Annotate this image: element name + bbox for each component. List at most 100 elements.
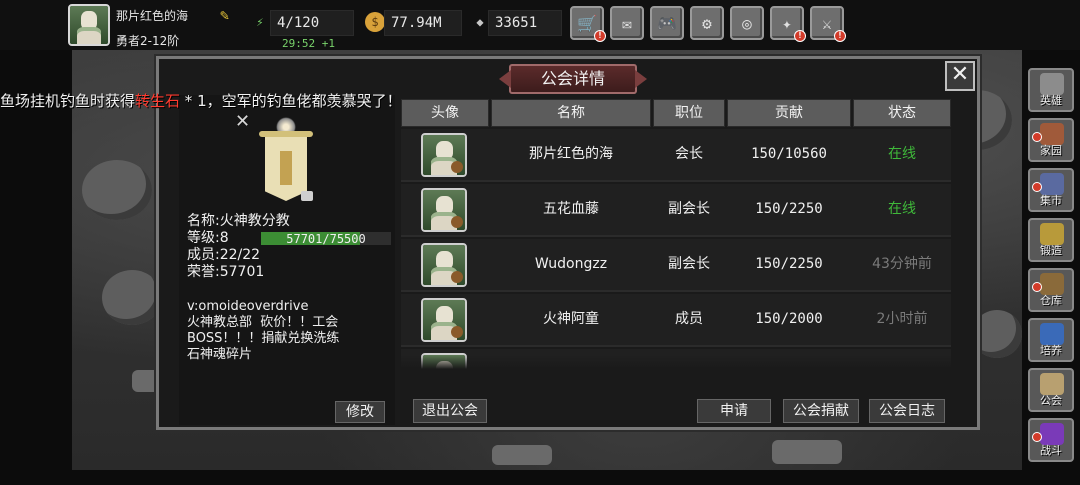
alert-badge	[1032, 132, 1042, 142]
system-ticker: 鱼场挂机钓鱼时获得转生石 * 1，空军的钓鱼佬都羡慕哭了！	[0, 90, 402, 111]
ticker-text-after: * 1，空军的钓鱼佬都羡慕哭了！	[180, 92, 402, 110]
meteor-icon: ✦	[782, 13, 792, 33]
mail-icon: ✉	[622, 13, 632, 33]
shop-cart-button[interactable]: 🛒!	[570, 6, 606, 42]
energy-icon: ⚡	[256, 15, 264, 29]
table-row[interactable]: Wudongzz 副会长 150/2250 43分钟前	[401, 239, 951, 292]
gamepad-icon: 🎮	[657, 13, 677, 33]
alert-badge	[1032, 282, 1042, 292]
guild-banner-icon	[259, 117, 313, 205]
alert-badge: !	[594, 30, 606, 42]
member-status: 43分钟前	[872, 256, 932, 272]
guild-level-label: 等级:	[187, 230, 220, 246]
table-header: 头像 名称 职位 贡献 状态	[401, 99, 951, 127]
member-name: 那片红色的海	[529, 146, 613, 162]
member-status: 在线	[888, 146, 916, 162]
gear-button[interactable]: ⚙	[690, 6, 724, 40]
member-contribution: 150/2000	[755, 311, 823, 327]
sidenav-item-1[interactable]: 家园	[1028, 118, 1074, 162]
alert-badge	[1032, 432, 1042, 442]
header-avatar: 头像	[401, 99, 489, 127]
guild-details-dialog: 公会详情 ✕ ✕ 名称:火神教分教 等级:8 57701/75500 成员:22…	[156, 56, 980, 430]
leave-guild-button[interactable]: 退出公会	[413, 399, 487, 423]
member-name: 五花血藤	[543, 201, 599, 217]
energy-value: 4/120	[270, 10, 354, 36]
guild-level-row: 等级:8 57701/75500	[187, 230, 391, 247]
member-avatar[interactable]	[421, 188, 467, 232]
edit-notice-button[interactable]: 修改	[335, 401, 385, 423]
guild-name-row: 名称:火神教分教	[187, 213, 290, 230]
member-avatar[interactable]	[421, 243, 467, 287]
sidenav-label: 战斗	[1040, 444, 1062, 457]
wheel-button[interactable]: ◎	[730, 6, 764, 40]
edit-name-icon[interactable]: ✎	[220, 7, 236, 23]
gold-value: 77.94M	[384, 10, 462, 36]
header-status: 状态	[853, 99, 951, 127]
wheel-icon: ◎	[742, 13, 752, 33]
sidenav-label: 锻造	[1040, 244, 1062, 257]
guild-level: 8	[219, 230, 229, 246]
table-row[interactable]: 五花血藤 副会长 150/2250 在线	[401, 184, 951, 237]
sidenav-item-5[interactable]: 培养	[1028, 318, 1074, 362]
guild-honor-row: 荣誉:57701	[187, 264, 290, 281]
sidenav-item-3[interactable]: 锻造	[1028, 218, 1074, 262]
guild-name: 火神教分教	[219, 213, 290, 229]
header-role: 职位	[653, 99, 725, 127]
shop-cart-icon: 🛒	[577, 13, 597, 33]
guild-info-lines: 名称:火神教分教 等级:8 57701/75500 成员:22/22 荣誉:57…	[187, 213, 391, 281]
table-body[interactable]: 那片红色的海 会长 150/10560 在线 五花血藤 副会长 150/2250 在线 Wudo…	[401, 129, 951, 369]
guild-notice: v:omoideoverdrive 火神教总部 砍价！！工会 BOSS！！！捐献…	[187, 299, 340, 362]
top-bar: 那片红色的海 勇者2-12阶 ✎ ⚡ 4/120 29:52 +1 $ 77.9…	[0, 0, 1080, 50]
sidenav-item-2[interactable]: 集市	[1028, 168, 1074, 212]
player-name: 那片红色的海	[116, 9, 189, 23]
sidenav-item-6[interactable]: 公会	[1028, 368, 1074, 412]
sidenav-label: 英雄	[1040, 94, 1062, 107]
guild-donate-button[interactable]: 公会捐献	[783, 399, 859, 423]
table-row[interactable]: 那片红色的海 会长 150/10560 在线	[401, 129, 951, 182]
member-name: 火神阿童	[543, 311, 599, 327]
sidenav-label: 家园	[1040, 144, 1062, 157]
member-role: 副会长	[668, 201, 710, 217]
gear-icon: ⚙	[702, 13, 712, 33]
ticker-text-before: 鱼场挂机钓鱼时获得	[0, 92, 136, 110]
guild-log-button[interactable]: 公会日志	[869, 399, 945, 423]
guild-honor-label: 荣誉:	[187, 264, 220, 280]
guild-members-row: 成员:22/22	[187, 247, 290, 264]
energy-timer: 29:52 +1	[282, 37, 335, 50]
sidenav-item-7[interactable]: 战斗	[1028, 418, 1074, 462]
gem-value: 33651	[488, 10, 562, 36]
guild-name-label: 名称:	[187, 213, 220, 229]
alert-badge	[1032, 182, 1042, 192]
member-contribution: 150/2250	[755, 201, 823, 217]
member-contribution: 150/2250	[755, 256, 823, 272]
guild-members-label: 成员:	[187, 247, 220, 263]
header-name: 名称	[491, 99, 651, 127]
sidenav-item-0[interactable]: 英雄	[1028, 68, 1074, 112]
meteor-button[interactable]: ✦!	[770, 6, 806, 42]
close-button[interactable]: ✕	[945, 61, 975, 91]
player-avatar[interactable]	[68, 4, 110, 46]
crossed-swords-icon: ⚔	[822, 13, 832, 33]
panel-close-icon[interactable]: ✕	[235, 111, 250, 132]
sidenav-label: 仓库	[1040, 294, 1062, 307]
ticker-highlight: 转生石	[135, 92, 181, 110]
guild-exp-bar: 57701/75500	[261, 232, 391, 246]
apply-button[interactable]: 申请	[697, 399, 771, 423]
member-avatar[interactable]	[421, 133, 467, 177]
gamepad-button[interactable]: 🎮	[650, 6, 684, 40]
sidenav-label: 公会	[1040, 394, 1062, 407]
crossed-swords-button[interactable]: ⚔!	[810, 6, 846, 42]
dialog-title: 公会详情	[509, 64, 637, 94]
sidenav-label: 培养	[1040, 344, 1062, 357]
member-avatar[interactable]	[421, 298, 467, 342]
sidenav-item-4[interactable]: 仓库	[1028, 268, 1074, 312]
guild-members: 22/22	[219, 247, 261, 263]
guild-exp-text: 57701/75500	[286, 232, 366, 246]
member-name: Wudongzz	[534, 256, 608, 272]
member-role: 副会长	[668, 256, 710, 272]
mail-button[interactable]: ✉	[610, 6, 644, 40]
table-row[interactable]: 火神阿童 成员 150/2000 2小时前	[401, 294, 951, 347]
header-contribution: 贡献	[727, 99, 851, 127]
player-rank: 勇者2-12阶	[116, 34, 180, 48]
gem-icon: ◆	[476, 15, 484, 29]
